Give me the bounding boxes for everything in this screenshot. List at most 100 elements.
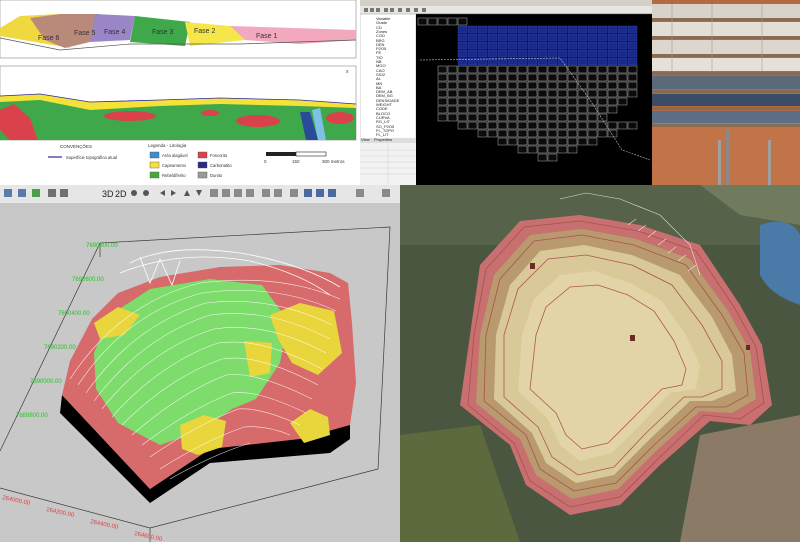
- scale-end: 300 metros: [322, 159, 345, 164]
- model-block: [467, 73, 478, 82]
- model-block: [537, 33, 548, 42]
- grid-icon[interactable]: [246, 189, 254, 197]
- model-block: [487, 65, 498, 74]
- arrow-up-icon[interactable]: [184, 190, 190, 196]
- model-block: [477, 121, 488, 130]
- block-model-window: Variable Grade CD Zones COD BRG DEN P2O5 FE TIO NB…: [360, 0, 652, 185]
- model-block: [437, 105, 448, 114]
- arrow-right-icon[interactable]: [171, 190, 176, 196]
- lith-label-3: Foscorito: [210, 153, 228, 158]
- model-block: [527, 49, 538, 58]
- model-block: [517, 81, 528, 90]
- move-icon[interactable]: [304, 189, 312, 197]
- model-block: [607, 33, 618, 42]
- section-icon[interactable]: [262, 189, 270, 197]
- conventions-title: CONVENÇÕES: [60, 143, 92, 149]
- align-icon[interactable]: [328, 189, 336, 197]
- rotate-icon[interactable]: [222, 189, 230, 197]
- zoom-out-icon[interactable]: [143, 190, 149, 196]
- model-block: [547, 33, 558, 42]
- arrow-left-icon[interactable]: [160, 190, 165, 196]
- fase4-label: Fase 4: [104, 29, 126, 36]
- model-block: [577, 81, 588, 90]
- model-block: [567, 137, 578, 146]
- model-block: [547, 89, 558, 98]
- model-block: [557, 129, 568, 138]
- model-block: [567, 105, 578, 114]
- shade-icon[interactable]: [60, 189, 68, 197]
- model-block: [587, 57, 598, 66]
- cross-icon[interactable]: [48, 189, 56, 197]
- arrow-down-icon[interactable]: [196, 190, 202, 196]
- model-block: [467, 41, 478, 50]
- model-block: [607, 73, 618, 82]
- model-block: [487, 113, 498, 122]
- measure-icon[interactable]: [274, 189, 282, 197]
- model-block: [597, 121, 608, 130]
- model-block: [547, 129, 558, 138]
- model-block: [507, 33, 518, 42]
- sections-svg: Fase 6 Fase 5 Fase 4 Fase 3 Fase 2 Fase …: [0, 0, 357, 179]
- pan-icon[interactable]: [210, 189, 218, 197]
- model-block: [577, 49, 588, 58]
- model-block: [557, 105, 568, 114]
- zoom-region-icon[interactable]: [18, 189, 26, 197]
- light-icon[interactable]: [290, 189, 298, 197]
- model-block: [547, 97, 558, 106]
- foscorito-body-2: [104, 111, 156, 121]
- model-block: [537, 49, 548, 58]
- export-icon[interactable]: [382, 189, 390, 197]
- model-block: [607, 81, 618, 90]
- model-block: [517, 113, 528, 122]
- layer-icon[interactable]: [32, 189, 40, 197]
- model-block: [597, 89, 608, 98]
- view-2d-button[interactable]: 2D: [115, 187, 127, 201]
- model-block: [547, 105, 558, 114]
- model-block: [597, 65, 608, 74]
- model-block: [507, 25, 518, 34]
- model-block: [537, 105, 548, 114]
- model-block: [577, 129, 588, 138]
- model-block: [617, 57, 628, 66]
- aerial-pit-panel: [400, 185, 800, 542]
- model-block: [587, 105, 598, 114]
- model-block: [457, 97, 468, 106]
- model-block: [507, 49, 518, 58]
- scale-icon[interactable]: [316, 189, 324, 197]
- model-block: [527, 97, 538, 106]
- model-block: [507, 73, 518, 82]
- model-block: [527, 129, 538, 138]
- model-block: [587, 41, 598, 50]
- block-model-svg: [360, 0, 652, 185]
- model-block: [507, 41, 518, 50]
- model-block: [587, 81, 598, 90]
- select-icon[interactable]: [4, 189, 12, 197]
- model-block: [497, 25, 508, 34]
- model-block: [457, 17, 468, 26]
- model-block: [557, 65, 568, 74]
- settings-icon[interactable]: [356, 189, 364, 197]
- model-block: [607, 97, 618, 106]
- model-block: [497, 33, 508, 42]
- model-block: [607, 89, 618, 98]
- model-block: [537, 153, 548, 162]
- aerial-pit-svg: [400, 185, 800, 542]
- view-3d-button[interactable]: 3D: [102, 187, 114, 201]
- lith-label-2: Rebeldíferito: [162, 173, 186, 178]
- model-block: [477, 81, 488, 90]
- model-block: [467, 65, 478, 74]
- fit-icon[interactable]: [234, 189, 242, 197]
- fase5-label: Fase 5: [74, 30, 96, 37]
- model-block: [587, 49, 598, 58]
- model-block: [507, 97, 518, 106]
- model-block: [507, 105, 518, 114]
- model-block: [487, 25, 498, 34]
- footer-tab-properties[interactable]: Properties: [374, 137, 392, 142]
- model-block: [507, 65, 518, 74]
- zoom-in-icon[interactable]: [131, 190, 137, 196]
- model-block: [447, 17, 458, 26]
- model-block: [507, 129, 518, 138]
- footer-tab-view[interactable]: View: [361, 137, 370, 142]
- model-block: [457, 105, 468, 114]
- model-block: [627, 57, 638, 66]
